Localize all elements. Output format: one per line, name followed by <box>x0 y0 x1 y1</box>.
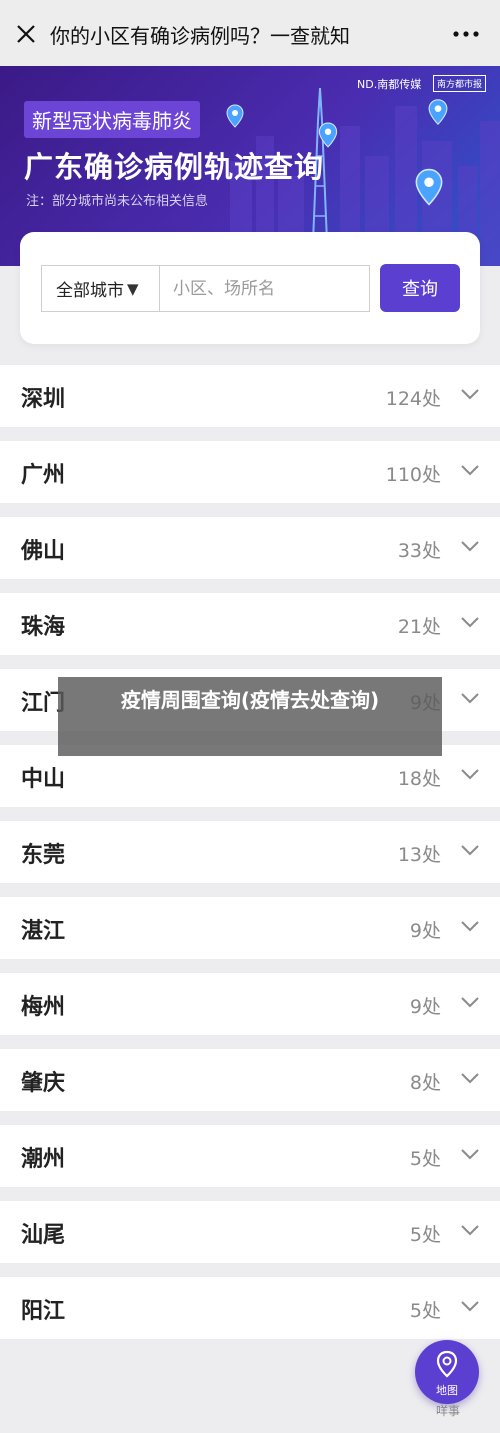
city-list: 深圳124处广州110处佛山33处珠海21处江门9处中山18处东莞13处湛江9处… <box>0 365 500 1353</box>
city-name: 潮州 <box>21 1147 66 1172</box>
city-row[interactable]: 广州 110处 <box>0 441 500 503</box>
chevron-down-icon <box>461 1073 479 1084</box>
location-pin-icon <box>415 168 443 206</box>
map-button[interactable]: 地图 <box>415 1340 479 1404</box>
case-count: 8处 <box>409 1072 441 1094</box>
banner-tag: 新型冠状病毒肺炎 <box>24 101 200 138</box>
chevron-down-icon <box>461 921 479 932</box>
city-name: 湛江 <box>21 919 66 944</box>
case-count: 110处 <box>385 464 441 486</box>
chevron-down-icon <box>461 693 479 704</box>
city-row[interactable]: 梅州 9处 <box>0 973 500 1035</box>
city-name: 中山 <box>21 767 66 792</box>
case-count: 9处 <box>409 920 441 942</box>
chevron-down-icon <box>461 1225 479 1236</box>
page-title: 你的小区有确诊病例吗？一查就知 <box>50 24 350 48</box>
city-select-value: 全部城市 <box>56 281 124 301</box>
city-row[interactable]: 湛江 9处 <box>0 897 500 959</box>
city-name: 深圳 <box>21 387 66 412</box>
city-select[interactable]: 全部城市 ▼ <box>41 265 159 312</box>
city-name: 佛山 <box>21 539 66 564</box>
chevron-down-icon <box>461 617 479 628</box>
city-row[interactable]: 珠海 21处 <box>0 593 500 655</box>
search-panel: 全部城市 ▼ 查询 <box>20 232 480 344</box>
case-count: 5处 <box>409 1224 441 1246</box>
chevron-down-icon <box>461 1149 479 1160</box>
map-pin-icon <box>436 1350 458 1378</box>
chevron-down-icon <box>461 541 479 552</box>
newspaper-logo: 南方都市报 <box>433 75 487 92</box>
city-name: 广州 <box>21 463 66 488</box>
dropdown-triangle-icon: ▼ <box>127 279 139 298</box>
case-count: 18处 <box>397 768 441 790</box>
banner-headline: 广东确诊病例轨迹查询 <box>24 150 325 184</box>
brand-logo: ND.南都传媒 <box>357 78 422 91</box>
city-row[interactable]: 佛山 33处 <box>0 517 500 579</box>
close-icon[interactable] <box>14 22 38 46</box>
map-button-label: 地图 <box>436 1384 458 1397</box>
more-icon[interactable] <box>452 26 480 42</box>
city-row[interactable]: 潮州 5处 <box>0 1125 500 1187</box>
city-name: 珠海 <box>21 615 66 640</box>
case-count: 5处 <box>409 1300 441 1322</box>
city-name: 肇庆 <box>21 1071 66 1096</box>
location-pin-icon <box>226 104 244 128</box>
case-count: 5处 <box>409 1148 441 1170</box>
city-row[interactable]: 肇庆 8处 <box>0 1049 500 1111</box>
city-row[interactable]: 深圳 124处 <box>0 365 500 427</box>
chevron-down-icon <box>461 845 479 856</box>
case-count: 21处 <box>397 616 441 638</box>
top-nav-bar: 你的小区有确诊病例吗？一查就知 <box>0 0 500 66</box>
chevron-down-icon <box>461 1301 479 1312</box>
city-row[interactable]: 东莞 13处 <box>0 821 500 883</box>
case-count: 13处 <box>397 844 441 866</box>
city-row[interactable]: 汕尾 5处 <box>0 1201 500 1263</box>
city-name: 东莞 <box>21 843 66 868</box>
case-count: 33处 <box>397 540 441 562</box>
city-row[interactable]: 阳江 5处 <box>0 1277 500 1339</box>
watermark: 咩事 <box>436 1404 461 1418</box>
case-count: 124处 <box>385 388 441 410</box>
city-name: 阳江 <box>21 1299 66 1324</box>
overlay-caption: 疫情周围查询(疫情去处查询) <box>58 677 442 756</box>
chevron-down-icon <box>461 769 479 780</box>
search-input[interactable] <box>159 265 370 312</box>
banner-note: 注：部分城市尚未公布相关信息 <box>26 194 209 209</box>
chevron-down-icon <box>461 465 479 476</box>
city-name: 汕尾 <box>21 1223 66 1248</box>
chevron-down-icon <box>461 389 479 400</box>
query-button[interactable]: 查询 <box>380 264 460 312</box>
location-pin-icon <box>428 99 448 126</box>
city-name: 梅州 <box>21 995 66 1020</box>
location-pin-icon <box>318 122 338 148</box>
case-count: 9处 <box>409 996 441 1018</box>
chevron-down-icon <box>461 997 479 1008</box>
